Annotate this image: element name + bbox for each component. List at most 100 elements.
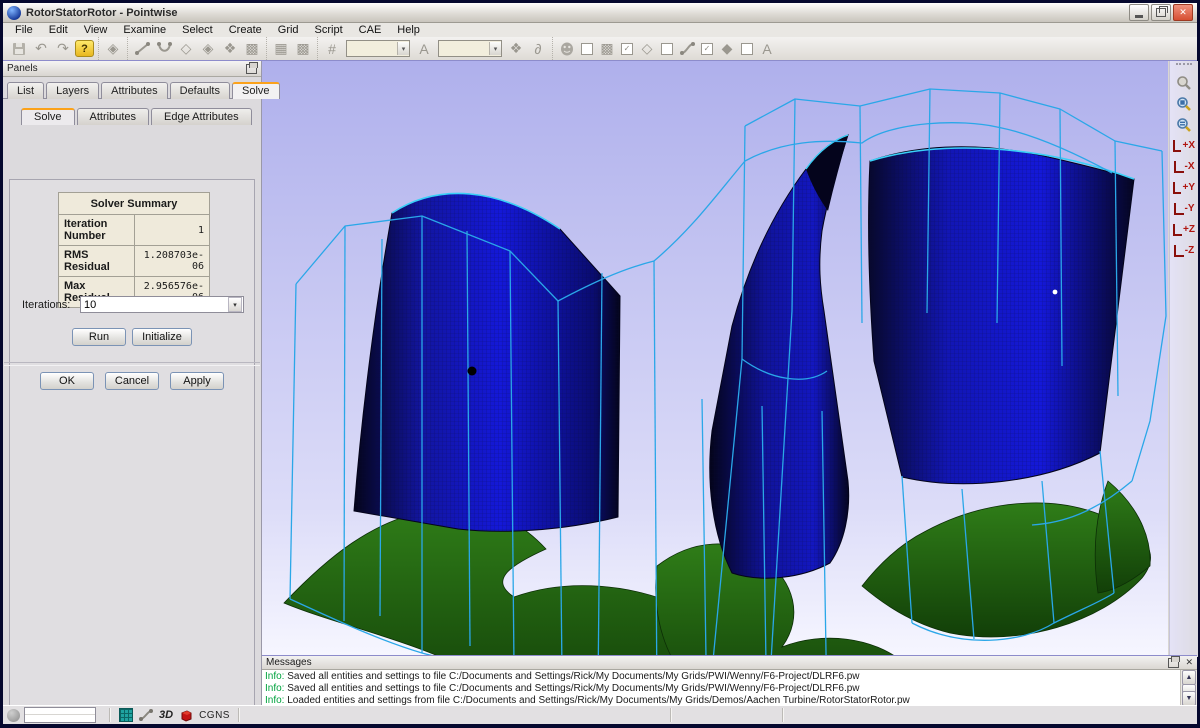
cancel-button[interactable]: Cancel: [105, 372, 159, 390]
scroll-down-icon[interactable]: ▼: [1182, 691, 1196, 706]
menu-edit[interactable]: Edit: [41, 23, 76, 37]
tab-layers[interactable]: Layers: [46, 82, 99, 99]
spacing-combo-arrow-icon[interactable]: ▾: [489, 42, 501, 55]
create-block-icon[interactable]: ▩: [242, 39, 262, 58]
tab-solve[interactable]: Solve: [232, 82, 280, 99]
restore-button[interactable]: [1151, 4, 1171, 21]
iterations-combo[interactable]: ▾: [80, 296, 244, 313]
database-display-icon[interactable]: ◆: [717, 39, 737, 58]
create-connector-icon[interactable]: [132, 39, 152, 58]
create-structured-domain-icon[interactable]: ◈: [198, 39, 218, 58]
menu-help[interactable]: Help: [389, 23, 428, 37]
dimension-icon[interactable]: #: [322, 39, 342, 58]
viewport-3d[interactable]: [262, 61, 1168, 655]
tab-list[interactable]: List: [7, 82, 44, 99]
row-value: 1: [135, 215, 210, 246]
domain-display-icon[interactable]: ◇: [637, 39, 657, 58]
cae-solver-label: CGNS: [199, 710, 230, 721]
iterations-input[interactable]: [81, 298, 228, 312]
messages-header[interactable]: Messages ✕: [262, 656, 1197, 670]
connector-display-icon[interactable]: [677, 39, 697, 58]
view-minus-x-button[interactable]: -X: [1173, 157, 1195, 176]
selected-point: [468, 367, 477, 376]
database-display-checkbox[interactable]: [741, 43, 753, 55]
toolbar-drag-handle[interactable]: [1176, 63, 1192, 70]
structured-grid-icon[interactable]: ▦: [271, 39, 291, 58]
zoom-icon[interactable]: [1173, 73, 1195, 93]
panels-header[interactable]: Panels: [3, 61, 261, 77]
menu-examine[interactable]: Examine: [115, 23, 174, 37]
subtab-attributes[interactable]: Attributes: [77, 108, 149, 125]
solve-panel: Solver Summary Iteration Number 1 RMS Re…: [9, 179, 255, 705]
run-button[interactable]: Run: [72, 328, 126, 346]
menu-script[interactable]: Script: [307, 23, 351, 37]
row-label: Iteration Number: [59, 215, 135, 246]
close-button[interactable]: ✕: [1173, 4, 1193, 21]
status-bar: 3D CGNS: [3, 705, 1197, 724]
axis-icon: [1173, 140, 1181, 152]
menu-grid[interactable]: Grid: [270, 23, 307, 37]
toolbar-group-grid: ▦ ▩: [266, 37, 317, 60]
tab-defaults[interactable]: Defaults: [170, 82, 230, 99]
menu-view[interactable]: View: [76, 23, 116, 37]
initialize-button[interactable]: Initialize: [132, 328, 192, 346]
spacing-display-icon[interactable]: A: [757, 39, 777, 58]
ok-button[interactable]: OK: [40, 372, 94, 390]
connector-display-checkbox[interactable]: ✓: [701, 43, 713, 55]
restore-icon: [1156, 8, 1166, 17]
main-toolbar: ↶ ↷ ? ◈ ◇ ◈ ❖ ▩ ▦ ▩ # ▾: [3, 37, 1197, 61]
create-domain-icon[interactable]: ◇: [176, 39, 196, 58]
panels-float-icon[interactable]: [246, 64, 257, 74]
help-icon[interactable]: ?: [75, 40, 94, 57]
messages-log[interactable]: Info: Saved all entities and settings to…: [262, 670, 1180, 706]
app-icon: [7, 6, 21, 20]
subtab-edge-attributes[interactable]: Edge Attributes: [151, 108, 252, 125]
menu-file[interactable]: File: [7, 23, 41, 37]
messages-close-icon[interactable]: ✕: [1185, 657, 1193, 668]
block-display-icon[interactable]: ▩: [597, 39, 617, 58]
tab-attributes[interactable]: Attributes: [101, 82, 167, 99]
messages-float-icon[interactable]: [1168, 658, 1179, 668]
row-value: 1.208703e-06: [135, 246, 210, 277]
subtab-solve[interactable]: Solve: [21, 108, 75, 125]
dimension-input[interactable]: [347, 42, 397, 56]
title-bar[interactable]: RotorStatorRotor - Pointwise ✕: [3, 3, 1197, 23]
create-curve-icon[interactable]: [154, 39, 174, 58]
axis-icon: [1174, 161, 1184, 173]
redo-icon[interactable]: ↷: [53, 39, 73, 58]
spacing-input[interactable]: [439, 42, 489, 56]
axis-icon: [1173, 182, 1181, 194]
domain-display-checkbox[interactable]: [661, 43, 673, 55]
menu-cae[interactable]: CAE: [351, 23, 390, 37]
block-display-checkbox[interactable]: ✓: [621, 43, 633, 55]
mask-icon[interactable]: [557, 39, 577, 58]
unstructured-grid-icon[interactable]: ▩: [293, 39, 313, 58]
spacing-icon[interactable]: A: [414, 39, 434, 58]
mask-checkbox[interactable]: [581, 43, 593, 55]
undo-icon[interactable]: ↶: [31, 39, 51, 58]
spacing-combo[interactable]: ▾: [438, 40, 502, 57]
solver-summary-title: Solver Summary: [59, 193, 210, 215]
layers-icon[interactable]: ◈: [103, 39, 123, 58]
iterations-combo-arrow-icon[interactable]: ▾: [228, 297, 242, 312]
create-surface-icon[interactable]: ❖: [220, 39, 240, 58]
view-plus-x-button[interactable]: +X: [1173, 136, 1195, 155]
messages-scrollbar[interactable]: ▲ ▼: [1180, 670, 1197, 706]
menu-select[interactable]: Select: [174, 23, 221, 37]
menu-create[interactable]: Create: [221, 23, 270, 37]
zoom-box-icon[interactable]: [1173, 94, 1195, 114]
apply-button[interactable]: Apply: [170, 372, 224, 390]
view-minus-y-button[interactable]: -Y: [1173, 199, 1195, 218]
dimension-combo[interactable]: ▾: [346, 40, 410, 57]
distribute-icon[interactable]: ❖: [506, 39, 526, 58]
view-minus-z-button[interactable]: -Z: [1173, 241, 1195, 260]
grid-type-icon: [119, 708, 133, 722]
minimize-button[interactable]: [1129, 4, 1149, 21]
partial-derivative-icon[interactable]: ∂: [528, 39, 548, 58]
view-plus-y-button[interactable]: +Y: [1173, 178, 1195, 197]
zoom-extents-icon[interactable]: [1173, 115, 1195, 135]
dimension-combo-arrow-icon[interactable]: ▾: [397, 42, 409, 55]
scroll-up-icon[interactable]: ▲: [1182, 670, 1196, 685]
view-plus-z-button[interactable]: +Z: [1173, 220, 1195, 239]
save-icon[interactable]: [9, 39, 29, 58]
